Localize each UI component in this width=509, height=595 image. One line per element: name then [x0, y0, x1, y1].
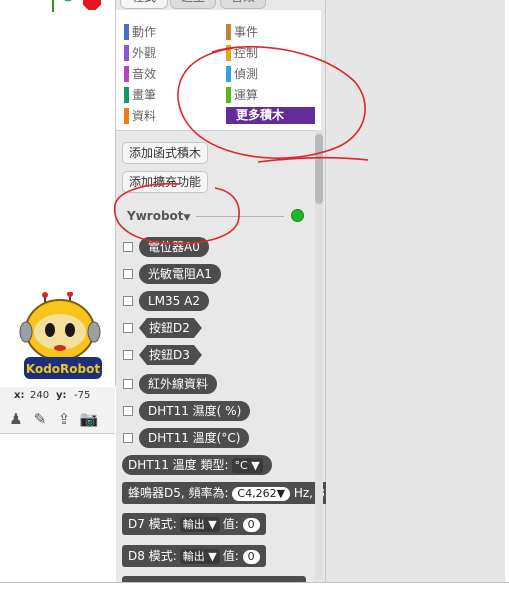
annotation-circle-extension — [113, 182, 240, 245]
annotation-circle-categories — [177, 45, 366, 159]
annotation-overlay — [113, 45, 369, 245]
